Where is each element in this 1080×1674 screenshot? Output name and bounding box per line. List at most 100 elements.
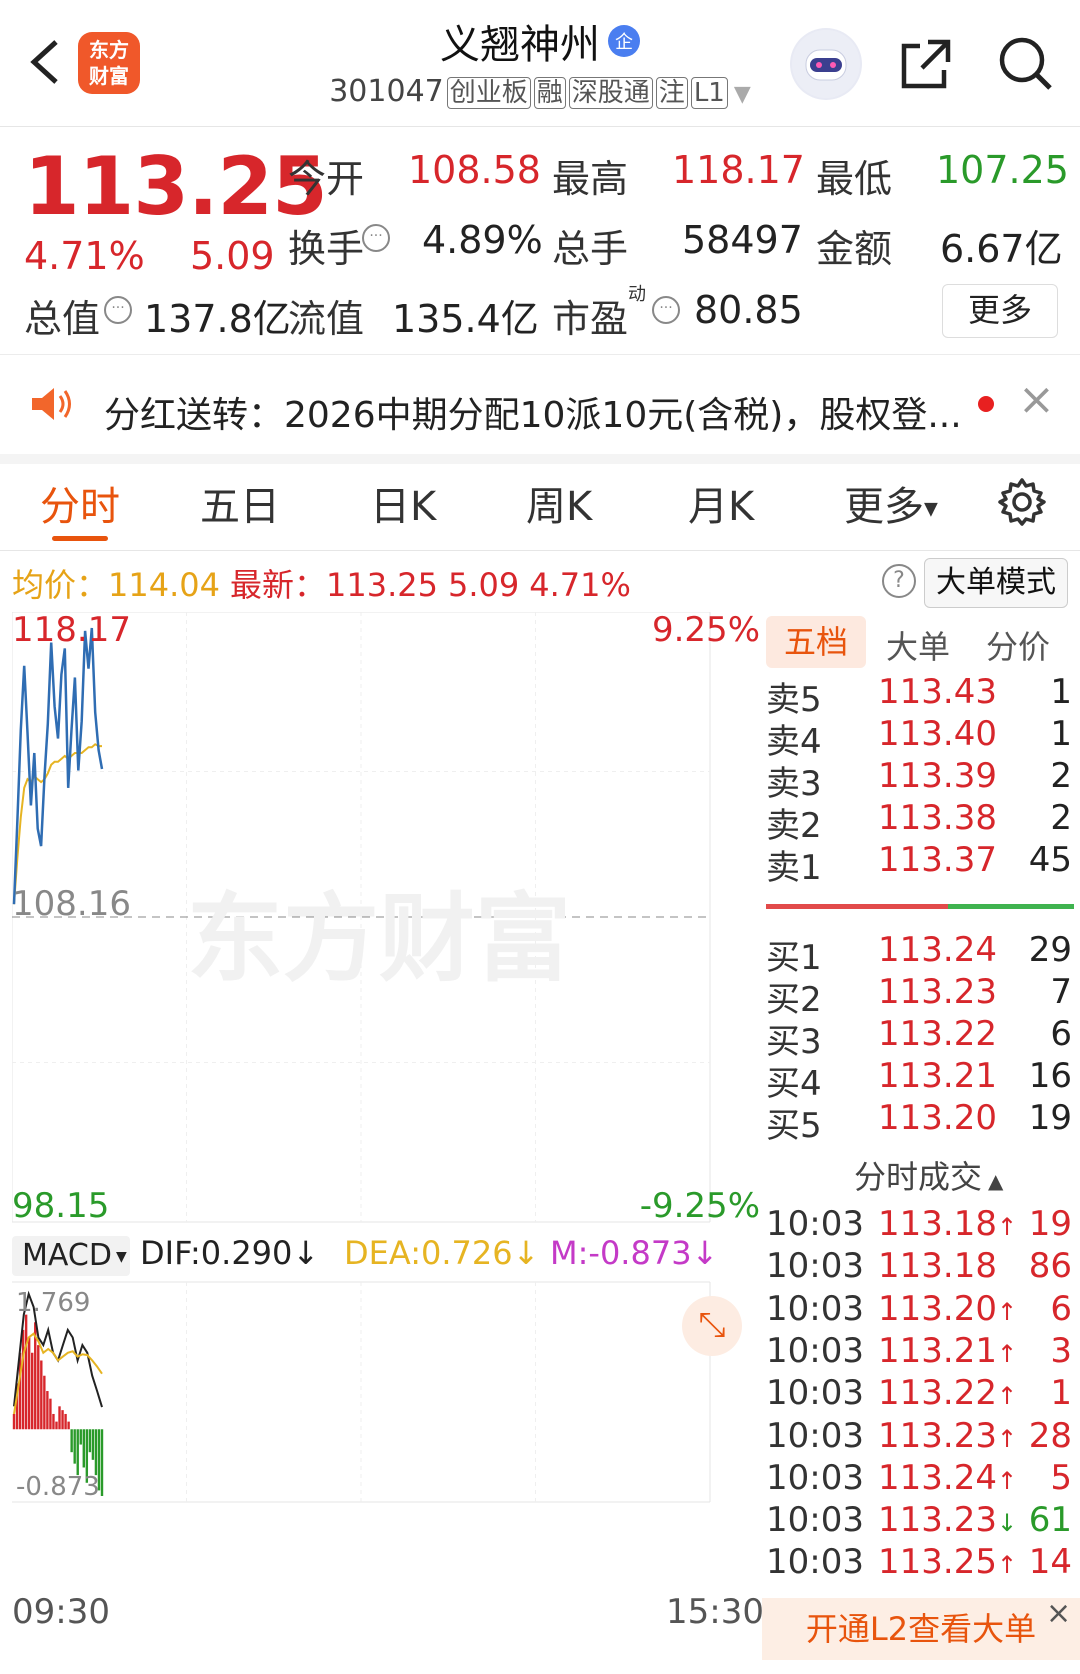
tick-time: 10:03 [766,1288,864,1329]
pct-value: 4.71% [529,566,631,604]
tab-intraday[interactable]: 分时 [40,474,120,532]
search-icon[interactable] [996,34,1054,92]
tab-five-day[interactable]: 五日 [200,474,280,532]
ask-row[interactable]: 卖5 113.43 1 [766,672,1078,720]
bid-row[interactable]: 买3 113.22 6 [766,1014,1078,1062]
tick-row: 10:03 113.20↑ 6 [766,1289,1078,1333]
axis-bottom-price: 98.15 [12,1186,110,1226]
low-label: 最低 [816,157,893,201]
open-l2-button[interactable]: 开通L2查看大单 [762,1598,1080,1660]
ask-row[interactable]: 卖4 113.40 1 [766,714,1078,762]
tick-time: 10:03 [766,1457,864,1498]
intraday-chart[interactable]: 东方财富 118.17 9.25% 108.16 98.15 -9.25% MA… [12,610,760,1622]
avg-label: 均价： [12,566,109,604]
level-volume: 7 [1050,972,1072,1012]
expand-icon[interactable]: ⤡ [682,1296,742,1356]
tick-price: 113.24↑ [878,1458,1017,1498]
tab-five-levels[interactable]: 五档 [766,616,866,668]
tab-monthly-k[interactable]: 月K [688,474,754,532]
pe-sup: 动 [628,284,646,305]
tick-price: 113.21↑ [878,1331,1017,1371]
tick-price: 113.18↑ [878,1204,1017,1244]
chg-value: 5.09 [447,566,520,604]
turnover-label: 换手 [288,227,365,271]
open-label: 今开 [288,157,365,201]
macd-dif-text: DIF:0.290 [140,1234,293,1272]
level-volume: 45 [1028,840,1072,880]
chart-canvas[interactable]: 东方财富 [12,612,760,1622]
tick-price: 113.23↑ [878,1416,1017,1456]
tick-arrow-icon: ↑ [996,1466,1018,1495]
macd-dea-text: DEA:0.726 [344,1234,513,1272]
tab-big-orders[interactable]: 大单 [886,622,950,668]
tab-price-dist[interactable]: 分价 [986,622,1050,668]
assistant-robot-icon[interactable] [790,28,862,100]
macd-m: M:-0.873↓ [550,1234,718,1272]
dividend-notice[interactable]: 分红送转：2026中期分配10派10元(含税)，股权登... [104,386,962,438]
bid-row[interactable]: 买4 113.21 16 [766,1056,1078,1104]
gear-icon[interactable] [996,476,1048,528]
ask-row[interactable]: 卖3 113.39 2 [766,756,1078,804]
info-dots-icon[interactable]: ··· [104,296,132,324]
down-arrow-icon: ↓ [691,1234,719,1272]
tab-daily-k[interactable]: 日K [370,474,436,532]
more-quote-button[interactable]: 更多 [942,284,1058,338]
macd-dif: DIF:0.290↓ [140,1234,319,1272]
level-volume: 16 [1028,1056,1072,1096]
active-tab-indicator [52,536,108,541]
tick-trades-title[interactable]: 分时成交 ▲ [854,1152,1003,1198]
tick-arrow-icon: ↑ [996,1382,1018,1411]
level-volume: 2 [1050,798,1072,838]
tab-weekly-k[interactable]: 周K [526,474,592,532]
info-dots-icon[interactable]: ··· [652,296,680,324]
tag-registered: 注 [655,77,688,109]
big-order-mode-button[interactable]: 大单模式 [924,558,1068,608]
tick-arrow-icon: ↑ [996,1339,1018,1368]
tick-price: 113.20↑ [878,1289,1017,1329]
time-end: 15:30 [666,1592,764,1632]
open-value: 108.58 [408,148,541,192]
info-dots-icon[interactable]: ··· [362,224,390,252]
turnover-value: 4.89% [422,218,543,262]
macd-selector[interactable]: MACD ▼ [12,1236,130,1276]
tick-price-text: 113.22 [878,1373,997,1414]
bid-row[interactable]: 买1 113.24 29 [766,930,1078,978]
avg-price-line [13,743,102,905]
tag-level: L1 [690,77,728,109]
share-icon[interactable] [898,36,954,92]
level-price: 113.37 [878,840,997,880]
close-icon[interactable]: × [1018,378,1055,422]
ask-row[interactable]: 卖1 113.37 45 [766,840,1078,888]
unread-dot [978,396,994,412]
tick-price-text: 113.18 [878,1246,997,1287]
tick-volume: 19 [1028,1204,1072,1244]
down-arrow-icon: ↓ [292,1234,320,1272]
last-price: 113.25 [24,140,328,233]
tick-time: 10:03 [766,1330,864,1371]
bid-row[interactable]: 买2 113.23 7 [766,972,1078,1020]
last-label: 最新： [229,566,326,604]
ask-row[interactable]: 卖2 113.38 2 [766,798,1078,846]
divider [0,354,1080,355]
tick-price: 113.18 [878,1246,997,1286]
level-volume: 19 [1028,1098,1072,1138]
volume-value: 58497 [682,218,803,262]
macd-top-value: 1.769 [16,1288,91,1318]
amount-label: 金额 [816,227,893,271]
tab-more[interactable]: 更多▼ [844,474,938,532]
float-value: 135.4亿 [392,297,539,341]
macd-bottom-value: -0.873 [16,1472,100,1502]
bid-row[interactable]: 买5 113.20 19 [766,1098,1078,1146]
level-price: 113.20 [878,1098,997,1138]
axis-preclose: 108.16 [12,884,131,924]
help-icon[interactable]: ? [882,564,916,598]
tag-chinext: 创业板 [446,77,531,109]
chevron-down-icon[interactable]: ▼ [734,82,751,107]
divider [0,454,1080,464]
change-amount: 5.09 [190,234,275,278]
caret-up-icon: ▲ [988,1169,1004,1193]
macd-selector-label: MACD [22,1238,112,1273]
tick-row: 10:03 113.18 86 [766,1246,1078,1290]
close-icon[interactable]: × [1046,1596,1071,1631]
level-volume: 6 [1050,1014,1072,1054]
